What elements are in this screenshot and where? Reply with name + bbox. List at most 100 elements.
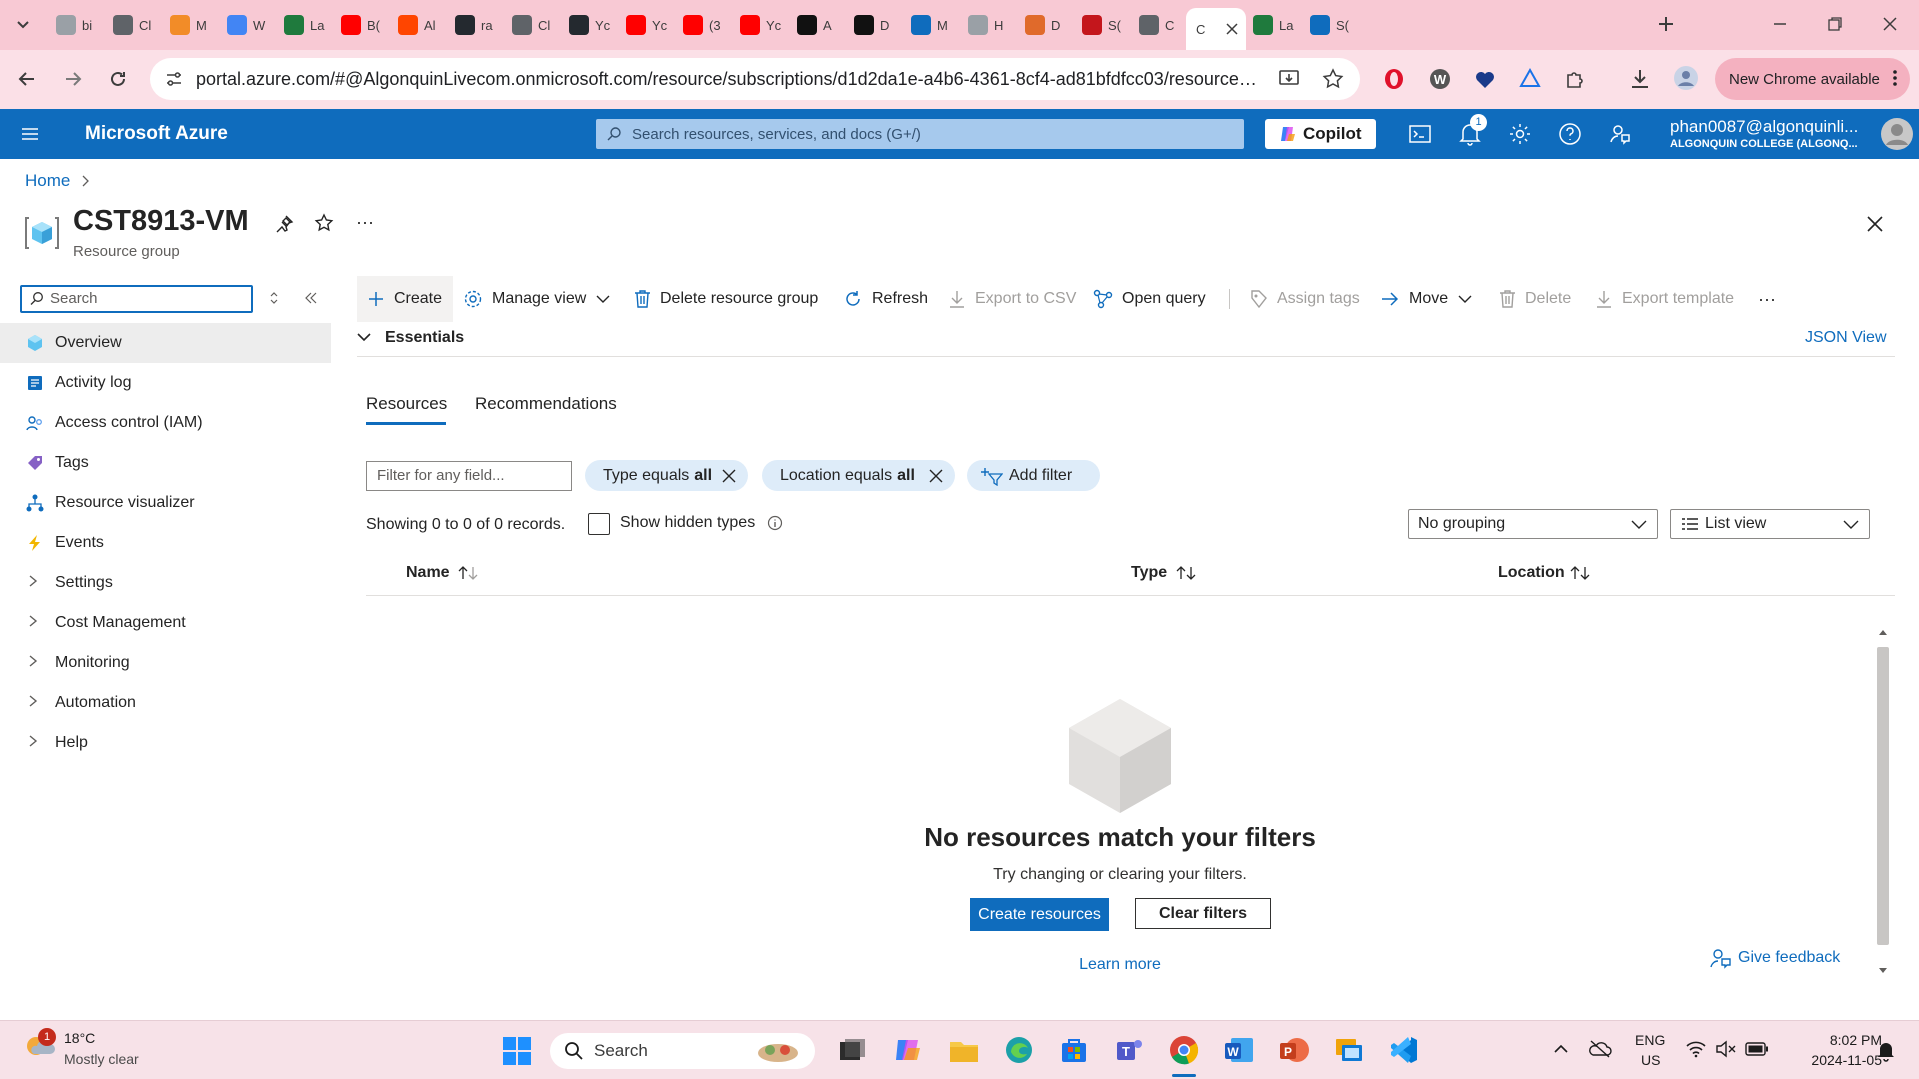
url-text[interactable]: portal.azure.com/#@AlgonquinLivecom.onmi… <box>196 69 1266 90</box>
wifi-icon[interactable] <box>1685 1040 1707 1058</box>
manage-view-button[interactable]: Manage view <box>463 276 610 322</box>
profile-avatar[interactable] <box>1673 65 1699 91</box>
forward-icon[interactable] <box>62 68 84 90</box>
remote-desktop-icon[interactable] <box>1333 1034 1365 1066</box>
hamburger-menu-icon[interactable] <box>20 124 40 144</box>
remove-filter-icon[interactable] <box>929 469 943 483</box>
edge-icon[interactable] <box>1003 1034 1035 1066</box>
assign-tags-button[interactable]: Assign tags <box>1250 276 1360 322</box>
move-button[interactable]: Move <box>1380 276 1472 322</box>
feedback-icon[interactable] <box>1608 122 1632 146</box>
grouping-dropdown[interactable]: No grouping <box>1408 509 1658 539</box>
global-search-input[interactable]: Search resources, services, and docs (G+… <box>596 119 1244 149</box>
column-header-type[interactable]: Type <box>1131 564 1196 582</box>
favorite-star-icon[interactable] <box>314 213 334 233</box>
notification-bell-icon[interactable] <box>1876 1040 1896 1062</box>
minimize-icon[interactable] <box>1770 14 1790 34</box>
cloud-shell-icon[interactable] <box>1408 122 1432 146</box>
sidebar-item-automation[interactable]: Automation <box>0 683 331 723</box>
browser-tab[interactable]: C <box>1186 8 1246 50</box>
restore-icon[interactable] <box>1825 14 1845 34</box>
volume-muted-icon[interactable] <box>1715 1040 1737 1058</box>
info-icon[interactable] <box>767 515 783 531</box>
export-csv-button[interactable]: Export to CSV <box>948 276 1076 322</box>
task-view-icon[interactable] <box>836 1034 868 1066</box>
delete-button[interactable]: Delete <box>1499 276 1571 322</box>
file-explorer-icon[interactable] <box>948 1034 980 1066</box>
remove-filter-icon[interactable] <box>722 469 736 483</box>
scroll-up-arrow[interactable] <box>1878 628 1888 636</box>
vscode-icon[interactable] <box>1388 1034 1420 1066</box>
word-icon[interactable]: W <box>1223 1034 1255 1066</box>
heart-extension-icon[interactable] <box>1473 67 1497 91</box>
show-hidden-types-label[interactable]: Show hidden types <box>620 514 755 532</box>
copilot-button[interactable]: Copilot <box>1265 119 1376 149</box>
sidebar-search-input[interactable]: Search <box>20 285 253 313</box>
sidebar-item-cost-management[interactable]: Cost Management <box>0 603 331 643</box>
scrollbar-thumb[interactable] <box>1877 647 1889 945</box>
scroll-down-arrow[interactable] <box>1878 967 1888 975</box>
install-app-icon[interactable] <box>1278 69 1300 89</box>
location-filter-pill[interactable]: Location equals all <box>762 460 955 491</box>
open-query-button[interactable]: Open query <box>1093 276 1206 322</box>
back-icon[interactable] <box>16 68 38 90</box>
show-hidden-icons-chevron[interactable] <box>1553 1042 1569 1056</box>
weather-temperature[interactable]: 18°C <box>64 1030 95 1046</box>
sidebar-item-monitoring[interactable]: Monitoring <box>0 643 331 683</box>
language-indicator[interactable]: ENG <box>1635 1032 1665 1048</box>
close-blade-icon[interactable] <box>1866 215 1884 233</box>
powerpoint-icon[interactable]: P <box>1278 1034 1310 1066</box>
view-dropdown[interactable]: List view <box>1670 509 1870 539</box>
show-hidden-types-checkbox[interactable] <box>588 513 610 535</box>
breadcrumb-home[interactable]: Home <box>25 171 70 190</box>
downloads-icon[interactable] <box>1628 67 1652 91</box>
sidebar-item-overview[interactable]: Overview <box>0 323 331 363</box>
more-options-button[interactable]: ··· <box>356 212 374 233</box>
clock-date[interactable]: 2024-11-05 <box>1787 1052 1882 1068</box>
column-header-name[interactable]: Name <box>406 564 478 582</box>
new-chrome-available-button[interactable]: New Chrome available <box>1715 58 1910 100</box>
create-button[interactable]: Create <box>357 276 453 322</box>
filter-input[interactable]: Filter for any field... <box>366 461 572 491</box>
sidebar-item-help[interactable]: Help <box>0 723 331 763</box>
opera-extension-icon[interactable] <box>1382 67 1406 91</box>
refresh-button[interactable]: Refresh <box>843 276 928 322</box>
windows-start-icon[interactable] <box>502 1036 532 1066</box>
microsoft-store-icon[interactable] <box>1058 1034 1090 1066</box>
create-resources-button[interactable]: Create resources <box>970 898 1109 931</box>
battery-icon[interactable] <box>1745 1041 1769 1057</box>
azure-brand[interactable]: Microsoft Azure <box>85 123 228 145</box>
column-header-location[interactable]: Location <box>1498 564 1590 582</box>
taskbar-search[interactable]: Search <box>550 1033 815 1069</box>
export-template-button[interactable]: Export template <box>1595 276 1734 322</box>
give-feedback-link[interactable]: Give feedback <box>1710 947 1840 969</box>
site-info-icon[interactable] <box>164 69 184 89</box>
onedrive-off-icon[interactable] <box>1588 1039 1612 1059</box>
teams-icon[interactable]: T <box>1113 1034 1145 1066</box>
json-view-link[interactable]: JSON View <box>1805 329 1887 347</box>
wordpress-extension-icon[interactable]: W <box>1428 67 1452 91</box>
tab-recommendations[interactable]: Recommendations <box>475 394 617 414</box>
delete-resource-group-button[interactable]: Delete resource group <box>634 276 818 322</box>
close-tab-icon[interactable] <box>1226 23 1238 35</box>
essentials-section[interactable]: Essentials <box>357 327 1895 357</box>
extensions-puzzle-icon[interactable] <box>1563 67 1587 91</box>
tab-search-icon[interactable] <box>12 14 34 36</box>
sidebar-item-settings[interactable]: Settings <box>0 563 331 603</box>
clock-time[interactable]: 8:02 PM <box>1792 1032 1882 1048</box>
drive-extension-icon[interactable] <box>1518 67 1542 91</box>
sidebar-item-activity-log[interactable]: Activity log <box>0 363 331 403</box>
expand-collapse-icon[interactable] <box>268 291 280 305</box>
sidebar-item-events[interactable]: Events <box>0 523 331 563</box>
learn-more-link[interactable]: Learn more <box>860 956 1380 974</box>
browser-tab[interactable]: S( <box>1300 8 1370 42</box>
add-filter-button[interactable]: Add filter <box>967 460 1100 491</box>
copilot-app-icon[interactable] <box>892 1034 924 1066</box>
close-window-icon[interactable] <box>1880 14 1900 34</box>
new-tab-icon[interactable] <box>1654 12 1678 36</box>
user-avatar[interactable] <box>1880 117 1914 151</box>
clear-filters-button[interactable]: Clear filters <box>1135 898 1271 929</box>
collapse-sidebar-icon[interactable] <box>304 291 318 305</box>
region-indicator[interactable]: US <box>1641 1052 1660 1068</box>
type-filter-pill[interactable]: Type equals all <box>585 460 748 491</box>
